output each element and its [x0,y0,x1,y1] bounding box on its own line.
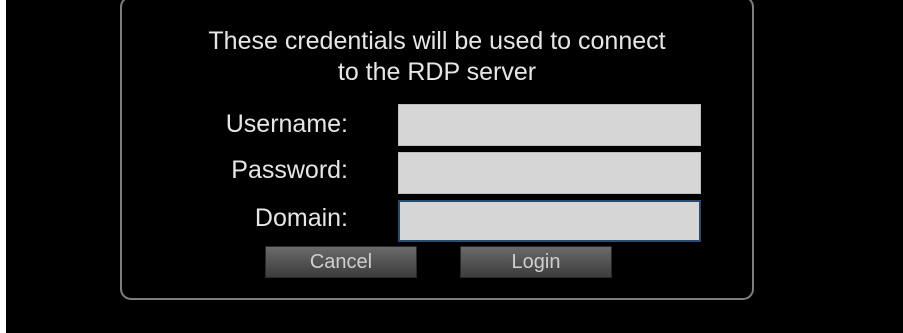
rdp-credentials-dialog: These credentials will be used to connec… [120,0,754,300]
username-label: Username: [225,110,348,138]
remote-desktop-screen: These credentials will be used to connec… [6,0,903,333]
domain-label: Domain: [254,204,348,232]
domain-input[interactable] [398,200,701,242]
password-label: Password: [231,156,348,184]
username-input[interactable] [398,104,701,146]
login-button[interactable]: Login [460,246,612,278]
password-input[interactable] [398,152,701,194]
dialog-message: These credentials will be used to connec… [122,26,752,88]
dialog-message-line-2: to the RDP server [337,58,537,86]
dialog-message-line-1: These credentials will be used to connec… [208,27,666,55]
cancel-button[interactable]: Cancel [265,246,417,278]
